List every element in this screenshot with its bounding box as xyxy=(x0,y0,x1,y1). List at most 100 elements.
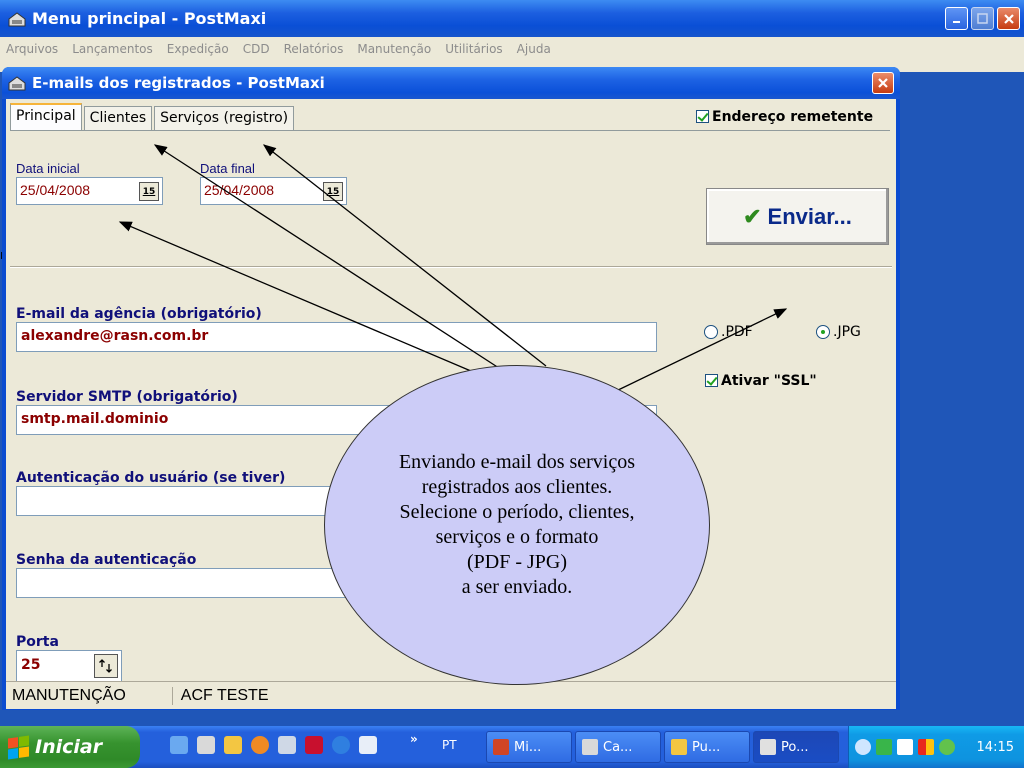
radio-jpg[interactable]: .JPG xyxy=(816,324,861,340)
task-button-3[interactable]: Pu... xyxy=(664,731,750,763)
taskbar: Iniciar » PT Mi... Ca... Pu... Po... 14:… xyxy=(0,726,1024,768)
data-final-value: 25/04/2008 xyxy=(204,182,275,198)
menu-expedicao[interactable]: Expedição xyxy=(167,42,229,56)
enviar-label: Enviar... xyxy=(767,203,852,229)
email-agencia-label: E-mail da agência (obrigatório) xyxy=(16,306,262,322)
checkbox-checked-icon xyxy=(696,110,709,123)
up-down-spinner-icon[interactable] xyxy=(94,654,118,678)
task-label: Ca... xyxy=(603,739,633,755)
media-player-icon[interactable] xyxy=(251,736,269,754)
status-manutencao: MANUTENÇÃO xyxy=(12,686,126,704)
task-button-2[interactable]: Ca... xyxy=(575,731,661,763)
menu-manutencao[interactable]: Manutenção xyxy=(357,42,431,56)
messenger-icon[interactable] xyxy=(876,739,892,755)
radio-on-icon xyxy=(816,325,830,339)
presentation-icon xyxy=(493,739,509,755)
main-window-title: Menu principal - PostMaxi xyxy=(32,9,267,28)
spinner-arrows-icon xyxy=(99,659,112,673)
folder-icon[interactable] xyxy=(224,736,242,754)
antivirus-icon[interactable] xyxy=(918,739,934,755)
minimize-button[interactable] xyxy=(945,7,968,30)
radio-off-icon xyxy=(704,325,718,339)
menu-utilitarios[interactable]: Utilitários xyxy=(445,42,502,56)
status-acf-teste: ACF TESTE xyxy=(171,686,269,705)
clock[interactable]: 14:15 xyxy=(977,740,1014,755)
tab-clientes[interactable]: Clientes xyxy=(83,106,153,131)
mailbox-icon xyxy=(8,11,26,26)
endereco-remetente-checkbox[interactable]: Endereço remetente xyxy=(696,109,873,125)
task-label: Mi... xyxy=(514,739,542,755)
folder-icon xyxy=(671,739,687,755)
servidor-smtp-label: Servidor SMTP (obrigatório) xyxy=(16,389,238,405)
task-label: Po... xyxy=(781,739,809,755)
status-bar: MANUTENÇÃO ACF TESTE xyxy=(6,681,896,709)
language-indicator[interactable]: PT xyxy=(442,738,457,752)
menu-arquivos[interactable]: Arquivos xyxy=(6,42,58,56)
tray-expand-icon[interactable] xyxy=(855,739,871,755)
mailbox-icon xyxy=(760,739,776,755)
mail-icon[interactable] xyxy=(197,736,215,754)
radio-pdf[interactable]: .PDF xyxy=(704,324,753,340)
start-button[interactable]: Iniciar xyxy=(0,726,140,768)
callout-text: Enviando e-mail dos serviços registrados… xyxy=(398,451,636,598)
porta-label: Porta xyxy=(16,634,59,650)
document-icon[interactable] xyxy=(278,736,296,754)
data-final-label: Data final xyxy=(200,161,255,176)
section-separator xyxy=(10,266,892,268)
maximize-icon xyxy=(977,13,988,24)
menu-cdd[interactable]: CDD xyxy=(243,42,270,56)
green-checkmark-icon: ✔ xyxy=(743,203,762,229)
notepad-icon[interactable] xyxy=(359,736,377,754)
quick-launch-overflow[interactable]: » xyxy=(410,732,418,746)
menubar: Arquivos Lançamentos Expedição CDD Relat… xyxy=(0,37,1024,60)
ativar-ssl-label: Ativar "SSL" xyxy=(721,373,817,389)
close-icon xyxy=(878,78,888,88)
senha-label: Senha da autenticação xyxy=(16,552,197,568)
data-inicial-label: Data inicial xyxy=(16,161,80,176)
endereco-remetente-label: Endereço remetente xyxy=(712,109,874,125)
dialog-title: E-mails dos registrados - PostMaxi xyxy=(32,74,325,92)
porta-value: 25 xyxy=(21,657,41,673)
data-final-field[interactable]: 25/04/2008 15 xyxy=(200,177,347,205)
mailbox-icon xyxy=(8,76,26,91)
menu-relatorios[interactable]: Relatórios xyxy=(284,42,344,56)
radio-jpg-label: .JPG xyxy=(833,324,861,340)
windows-flag-icon xyxy=(8,735,29,759)
dialog-close-button[interactable] xyxy=(872,72,894,94)
mail-icon xyxy=(582,739,598,755)
user-status-icon[interactable] xyxy=(939,739,955,755)
callout-bubble: Enviando e-mail dos serviços registrados… xyxy=(324,365,710,685)
tab-principal[interactable]: Principal xyxy=(10,103,82,131)
calendar-icon[interactable]: 15 xyxy=(139,182,159,201)
calendar-icon[interactable]: 15 xyxy=(323,182,343,201)
tab-strip: Principal Clientes Serviços (registro) xyxy=(10,103,296,131)
close-icon xyxy=(1003,13,1014,24)
minimize-icon xyxy=(952,20,960,23)
system-tray: 14:15 xyxy=(848,726,1024,768)
main-close-button[interactable] xyxy=(997,7,1020,30)
app-red-icon[interactable] xyxy=(305,736,323,754)
dialog-titlebar[interactable]: E-mails dos registrados - PostMaxi xyxy=(2,67,900,99)
autenticacao-label: Autenticação do usuário (se tiver) xyxy=(16,470,286,486)
menu-lancamentos[interactable]: Lançamentos xyxy=(72,42,153,56)
porta-field[interactable]: 25 xyxy=(16,650,122,682)
start-label: Iniciar xyxy=(35,736,103,758)
task-label: Pu... xyxy=(692,739,721,755)
task-button-4[interactable]: Po... xyxy=(753,731,839,763)
data-inicial-value: 25/04/2008 xyxy=(20,182,91,198)
browser-icon[interactable] xyxy=(170,736,188,754)
maximize-button[interactable] xyxy=(971,7,994,30)
radio-pdf-label: .PDF xyxy=(721,324,753,340)
menu-ajuda[interactable]: Ajuda xyxy=(517,42,551,56)
tab-servicos-registro[interactable]: Serviços (registro) xyxy=(154,106,295,131)
quick-launch xyxy=(170,736,377,754)
task-button-1[interactable]: Mi... xyxy=(486,731,572,763)
email-agencia-input[interactable]: alexandre@rasn.com.br xyxy=(16,322,657,352)
internet-explorer-icon[interactable] xyxy=(332,736,350,754)
main-window-titlebar[interactable]: Menu principal - PostMaxi xyxy=(0,0,1024,37)
ativar-ssl-checkbox[interactable]: Ativar "SSL" xyxy=(705,373,817,389)
media-play-icon[interactable] xyxy=(897,739,913,755)
tab-divider xyxy=(10,130,890,131)
data-inicial-field[interactable]: 25/04/2008 15 xyxy=(16,177,163,205)
enviar-button[interactable]: ✔ Enviar... xyxy=(706,188,889,245)
